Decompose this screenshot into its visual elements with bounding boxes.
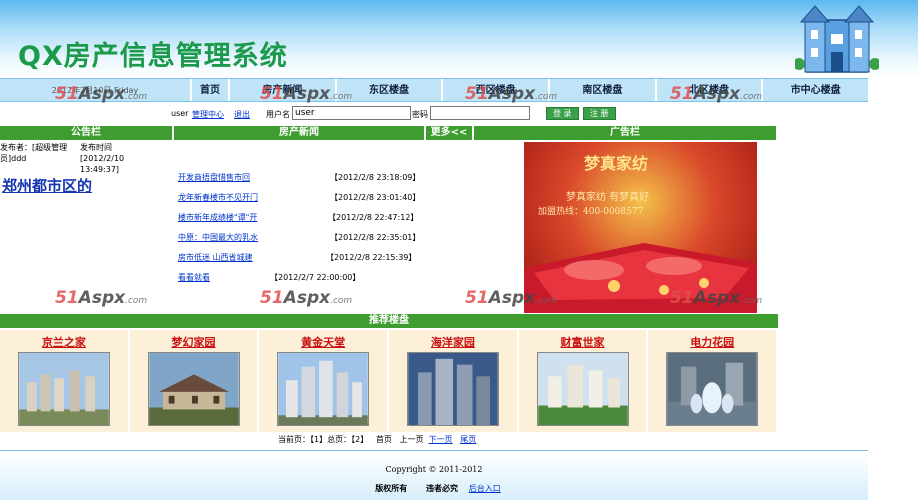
ad-hotline: 加盟热线：400-0008577: [538, 207, 644, 217]
ads-header: 广告栏: [474, 126, 778, 140]
watermark: 51Aspx.com: [260, 84, 353, 104]
pager-total-label: 】总页：【: [319, 435, 356, 444]
featured-name-link[interactable]: 财富世家: [519, 334, 647, 350]
watermark: 51Aspx.com: [55, 288, 148, 308]
news-title-link[interactable]: 楼市新年成绩楼"谭"开: [178, 212, 257, 223]
watermark: 51Aspx.com: [465, 84, 558, 104]
notice-header: 公告栏: [0, 126, 174, 140]
news-title-link[interactable]: 开发商捂盘惜售市回: [178, 172, 250, 183]
news-row: 看看就看 【2012/2/7 22:00:00】: [176, 272, 516, 284]
property-photo[interactable]: [147, 352, 240, 426]
news-row: 开发商捂盘惜售市回 【2012/2/8 23:18:09】: [176, 172, 516, 184]
news-date: 【2012/2/8 22:15:39】: [326, 253, 417, 262]
featured-item[interactable]: 电力花园: [648, 330, 779, 432]
featured-name-link[interactable]: 黄金天堂: [259, 334, 387, 350]
news-date: 【2012/2/8 22:47:12】: [328, 213, 419, 222]
news-row: 中原：中国最大的乳水 【2012/2/8 22:35:01】: [176, 232, 516, 244]
news-title-link[interactable]: 看看就看: [178, 272, 210, 283]
property-photo[interactable]: [407, 352, 500, 426]
featured-header: 推荐楼盘: [0, 314, 778, 328]
notice-publisher: 发布者：[超级管理员]ddd: [0, 143, 68, 163]
watermark: 51Aspx.com: [670, 288, 763, 308]
pager-end: 】: [360, 435, 369, 444]
news-title-link[interactable]: 房市低迷 山西省城建: [178, 252, 253, 263]
watermark: 51Aspx.com: [55, 84, 148, 104]
nav-item-home[interactable]: 首页: [190, 79, 228, 101]
password-input[interactable]: [430, 106, 530, 120]
footer-divider: [0, 450, 868, 451]
login-bar: user 管理中心 退出 用户名 密码 登 录 注 册: [0, 106, 868, 124]
footer-violation: 违者必究: [426, 484, 458, 493]
news-header: 房产新闻: [174, 126, 426, 140]
featured-item[interactable]: 黄金天堂: [259, 330, 390, 432]
featured-item[interactable]: 海洋家园: [389, 330, 519, 432]
featured-item[interactable]: 梦幻家园: [130, 330, 260, 432]
pager-last-link[interactable]: 尾页: [460, 435, 476, 444]
pager-prev: 上一页: [399, 435, 424, 444]
featured-name-link[interactable]: 梦幻家园: [130, 334, 258, 350]
featured-name-link[interactable]: 海洋家园: [389, 334, 517, 350]
ad-slogan: 梦真家纺 有梦真好: [566, 192, 650, 203]
pagination: 当前页：【1】总页：【2】 首页 上一页 下一页 尾页: [278, 434, 476, 445]
property-photo[interactable]: [666, 352, 759, 426]
news-date: 【2012/2/8 23:18:09】: [330, 173, 421, 182]
notice-time: 发布时间[2012/2/10 13:49:37]: [80, 143, 125, 174]
nav-item-south[interactable]: 南区楼盘: [548, 79, 655, 101]
site-title: QX房产信息管理系统: [18, 41, 288, 72]
news-row: 楼市新年成绩楼"谭"开 【2012/2/8 22:47:12】: [176, 212, 516, 224]
featured-item[interactable]: 财富世家: [519, 330, 649, 432]
site-header: QX房产信息管理系统: [0, 0, 918, 78]
news-row: 龙年新春楼市不见开门 【2012/2/8 23:01:40】: [176, 192, 516, 204]
register-button[interactable]: 注 册: [583, 107, 616, 120]
featured-grid: 京兰之家 梦幻家园 黄金天堂 海洋家园 财富世家 电力花园: [0, 330, 779, 432]
watermark: 51Aspx.com: [465, 288, 558, 308]
news-title-link[interactable]: 中原：中国最大的乳水: [178, 232, 258, 243]
admin-center-link[interactable]: 管理中心: [192, 109, 224, 120]
ad-brand: 梦真家纺: [584, 154, 649, 173]
property-photo[interactable]: [18, 352, 110, 426]
featured-item[interactable]: 京兰之家: [0, 330, 130, 432]
featured-name-link[interactable]: 电力花园: [648, 334, 776, 350]
username-input[interactable]: [292, 106, 411, 120]
footer-rights: 版权所有: [375, 484, 408, 493]
pager-next-link[interactable]: 下一页: [429, 435, 453, 444]
news-date: 【2012/2/8 22:35:01】: [330, 233, 421, 242]
property-photo[interactable]: [277, 352, 370, 426]
watermark: 51Aspx.com: [260, 288, 353, 308]
news-row: 房市低迷 山西省城建 【2012/2/8 22:15:39】: [176, 252, 516, 264]
nav-item-center[interactable]: 市中心楼盘: [761, 79, 868, 101]
password-label: 密码: [412, 110, 428, 119]
news-more-link[interactable]: 更多<<: [426, 126, 474, 140]
property-photo[interactable]: [536, 352, 629, 426]
news-title-link[interactable]: 龙年新春楼市不见开门: [178, 192, 258, 203]
username-label: 用户名: [266, 110, 290, 119]
building-logo: [795, 5, 879, 73]
featured-name-link[interactable]: 京兰之家: [0, 334, 128, 350]
logout-link[interactable]: 退出: [234, 109, 250, 120]
footer-links: 版权所有 违者必究 后台入口: [0, 483, 868, 494]
pager-current-label: 当前页：【: [278, 435, 314, 444]
watermark: 51Aspx.com: [670, 84, 763, 104]
notice-title-link[interactable]: 郑州都市区的: [2, 175, 92, 196]
login-button[interactable]: 登 录: [546, 107, 579, 120]
copyright: Copyright © 2011-2012: [385, 465, 483, 474]
news-date: 【2012/2/7 22:00:00】: [270, 273, 361, 282]
pager-first: 首页: [375, 435, 392, 444]
backend-entry-link[interactable]: 后台入口: [469, 484, 501, 493]
current-user: user: [171, 109, 189, 118]
news-date: 【2012/2/8 23:01:40】: [330, 193, 421, 202]
